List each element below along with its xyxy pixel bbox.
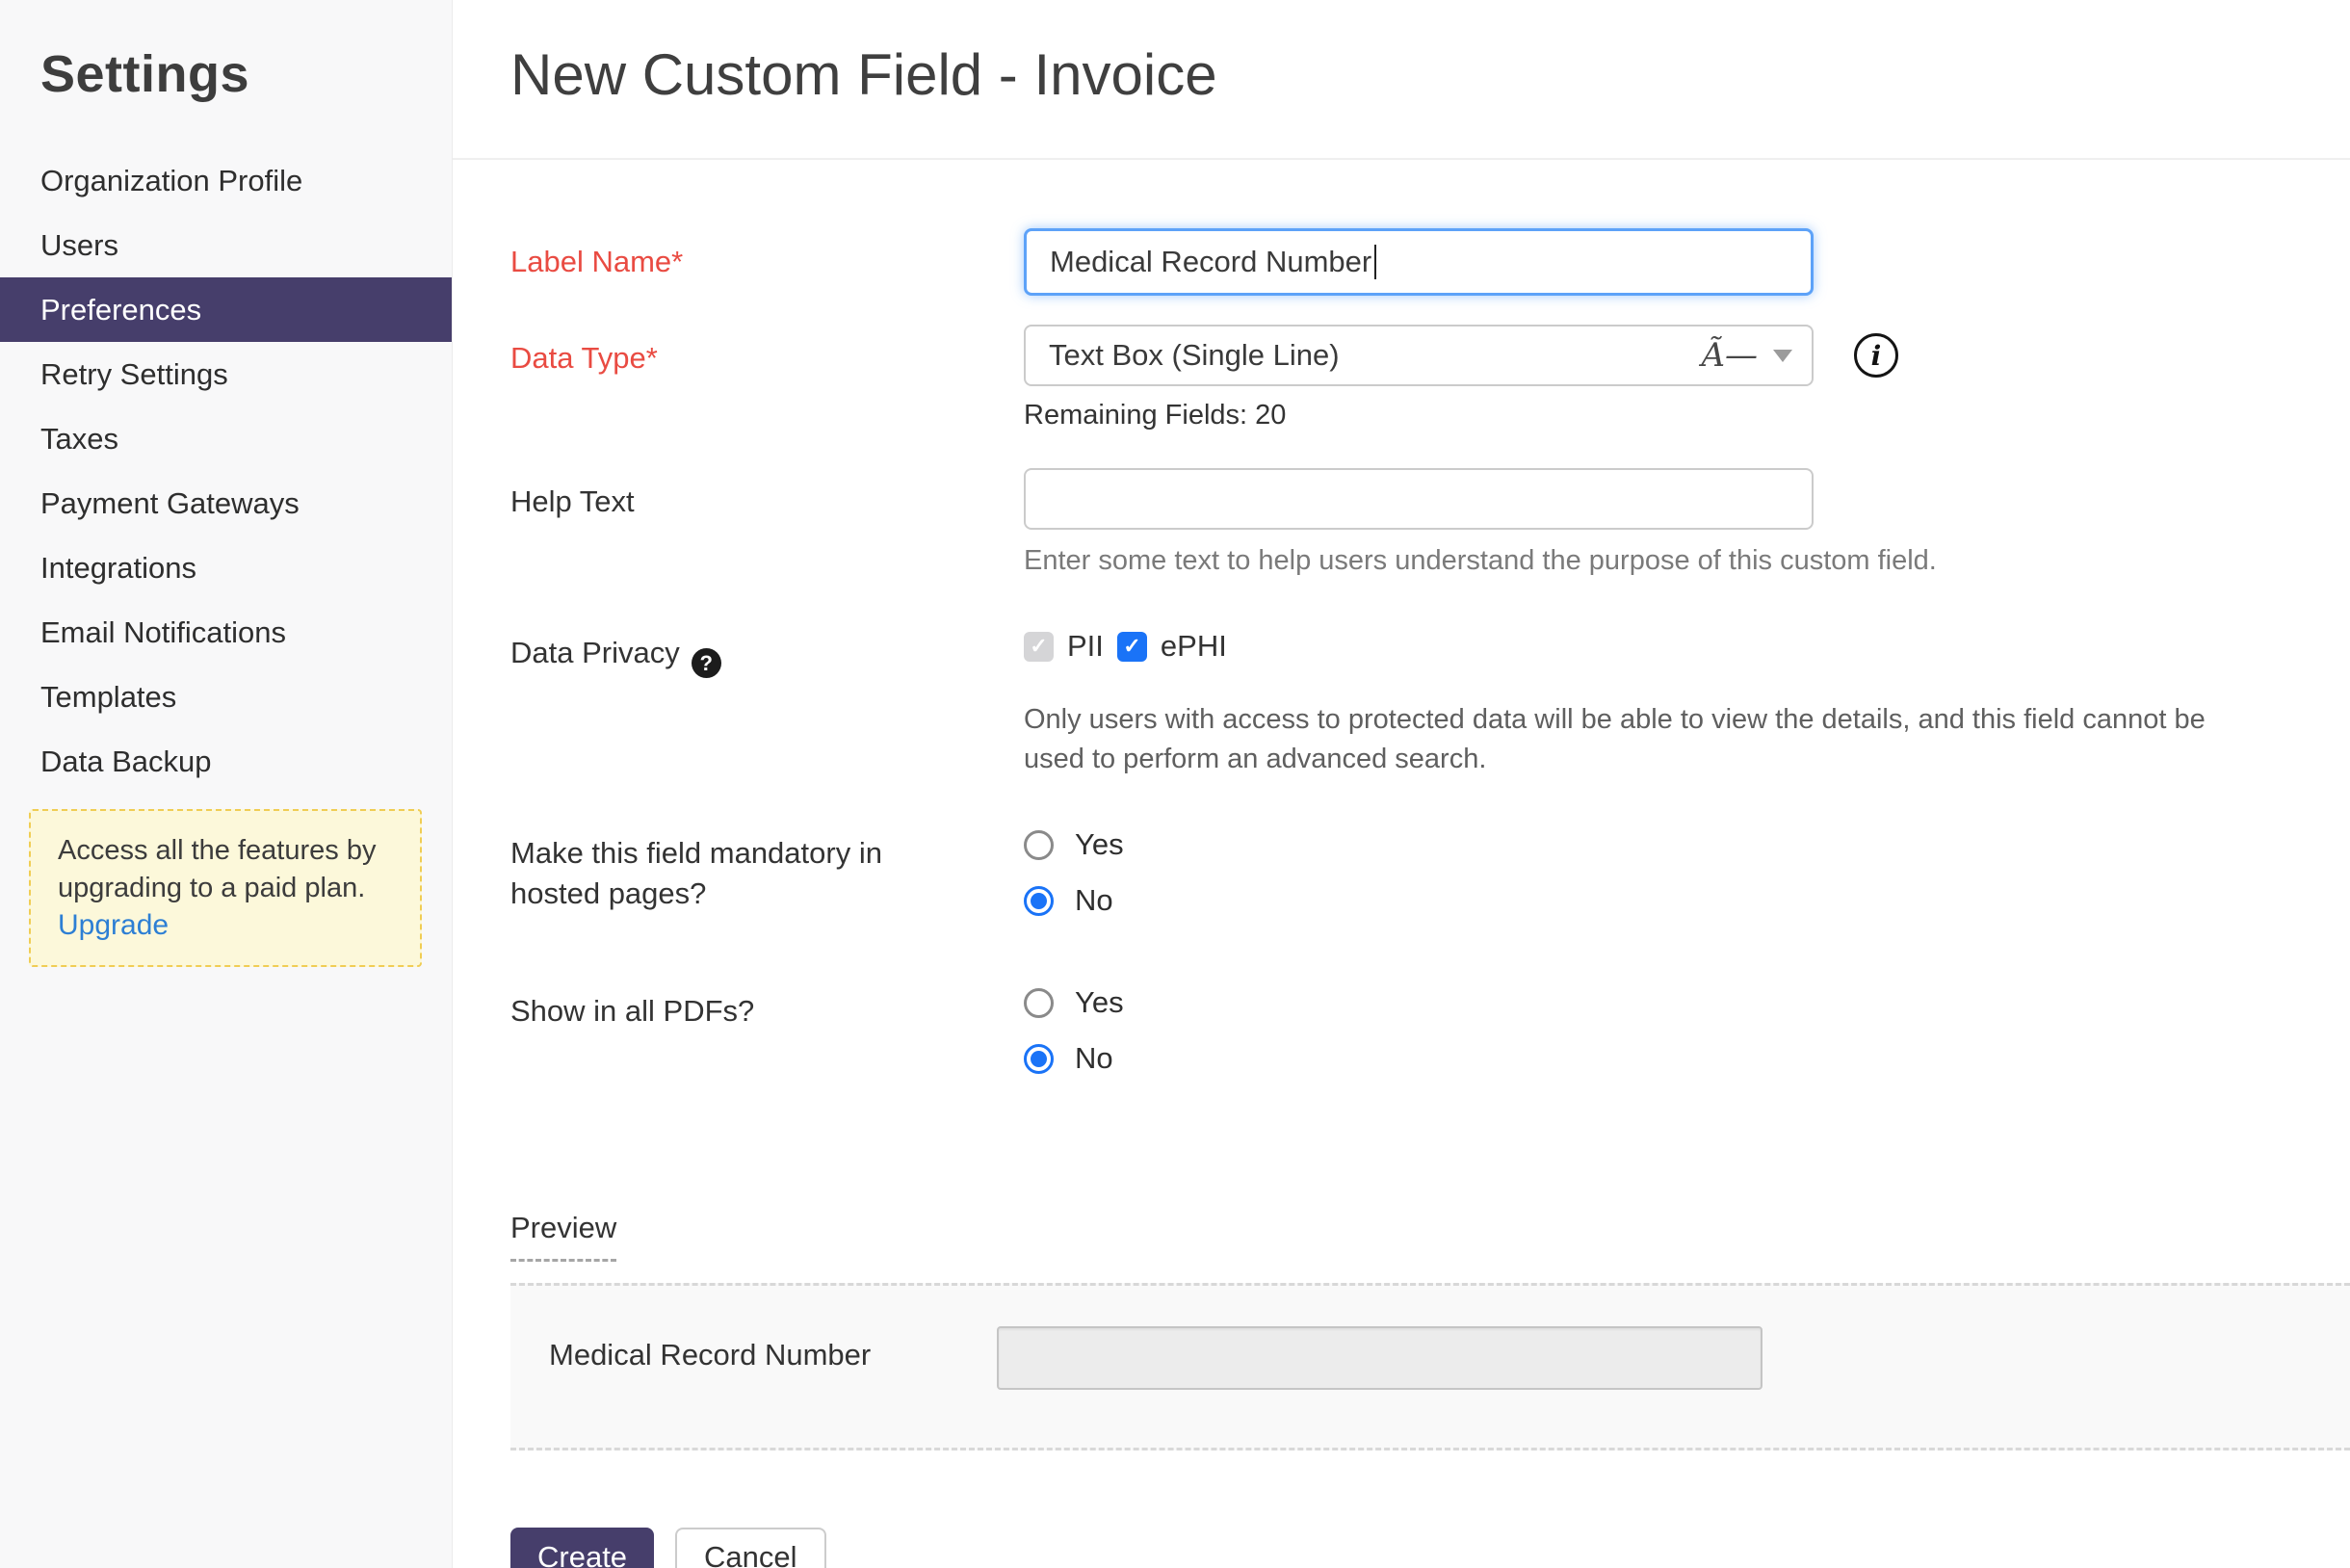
sidebar-item-taxes[interactable]: Taxes [0, 406, 452, 471]
sidebar-title: Settings [40, 44, 452, 104]
label-name-value: Medical Record Number [1050, 245, 1371, 279]
data-privacy-label: Data Privacy [510, 633, 680, 673]
help-text-row: Help Text Enter some text to help users … [510, 468, 2350, 577]
radio-option-label: No [1075, 1041, 1113, 1076]
mandatory-hosted-option-yes[interactable]: Yes [1024, 827, 1124, 862]
data-type-select[interactable]: Text Box (Single Line) Ã— [1024, 325, 1814, 386]
page-title: New Custom Field - Invoice [510, 40, 2350, 110]
ephi-checkbox[interactable]: ✓ [1117, 632, 1147, 662]
text-cursor [1374, 245, 1376, 279]
privacy-checkbox-row: ✓ PII ✓ ePHI [1024, 629, 2266, 664]
chevron-down-icon [1773, 350, 1792, 362]
sidebar-item-templates[interactable]: Templates [0, 665, 452, 729]
info-icon[interactable]: i [1854, 333, 1898, 378]
mandatory-hosted-radio-group: Yes No [1024, 820, 1124, 918]
radio-option-label: Yes [1075, 827, 1124, 862]
main-content: New Custom Field - Invoice Label Name* M… [453, 0, 2350, 1568]
radio-selected-icon [1024, 1044, 1054, 1074]
sidebar-nav: Organization Profile Users Preferences R… [0, 148, 452, 794]
show-in-pdfs-radio-group: Yes No [1024, 978, 1124, 1076]
ephi-checkbox-label: ePHI [1161, 629, 1227, 664]
mandatory-hosted-option-no[interactable]: No [1024, 883, 1124, 918]
data-type-label: Data Type* [510, 325, 1024, 379]
radio-option-label: No [1075, 883, 1113, 918]
clear-selection-icon[interactable]: Ã— [1701, 339, 1758, 372]
show-in-pdfs-row: Show in all PDFs? Yes No [510, 978, 2350, 1076]
radio-unselected-icon [1024, 988, 1054, 1018]
preview-heading: Preview [510, 1211, 616, 1262]
upgrade-notice-text: Access all the features by upgrading to … [58, 832, 397, 907]
show-in-pdfs-option-no[interactable]: No [1024, 1041, 1124, 1076]
sidebar-item-organization-profile[interactable]: Organization Profile [0, 148, 452, 213]
mandatory-hosted-row: Make this field mandatory in hosted page… [510, 820, 2350, 918]
settings-sidebar: Settings Organization Profile Users Pref… [0, 0, 453, 1568]
custom-field-form: Label Name* Medical Record Number Data T… [453, 160, 2350, 1568]
app-window: Settings Organization Profile Users Pref… [0, 0, 2350, 1568]
preview-field-label: Medical Record Number [549, 1326, 997, 1372]
label-name-input[interactable]: Medical Record Number [1024, 228, 1814, 296]
create-button[interactable]: Create [510, 1528, 654, 1568]
help-text-label: Help Text [510, 468, 1024, 522]
radio-selected-icon [1024, 886, 1054, 916]
preview-field-input [997, 1326, 1762, 1390]
data-type-selected-value: Text Box (Single Line) [1049, 338, 1340, 373]
preview-panel: Medical Record Number [510, 1283, 2350, 1450]
sidebar-item-preferences[interactable]: Preferences [0, 277, 452, 342]
label-name-row: Label Name* Medical Record Number [510, 228, 2350, 296]
pii-checkbox-label: PII [1067, 629, 1104, 664]
cancel-button[interactable]: Cancel [675, 1528, 826, 1568]
show-in-pdfs-label: Show in all PDFs? [510, 978, 1024, 1032]
data-privacy-row: Data Privacy ? ✓ PII ✓ ePHI Only users w… [510, 619, 2350, 779]
upgrade-notice: Access all the features by upgrading to … [29, 809, 422, 967]
pii-checkbox: ✓ [1024, 632, 1054, 662]
sidebar-item-payment-gateways[interactable]: Payment Gateways [0, 471, 452, 536]
data-privacy-note: Only users with access to protected data… [1024, 700, 2266, 779]
sidebar-item-integrations[interactable]: Integrations [0, 536, 452, 600]
help-text-input[interactable] [1024, 468, 1814, 530]
radio-option-label: Yes [1075, 985, 1124, 1020]
sidebar-item-retry-settings[interactable]: Retry Settings [0, 342, 452, 406]
data-privacy-label-wrap: Data Privacy ? [510, 619, 1024, 678]
help-text-hint: Enter some text to help users understand… [1024, 545, 1937, 577]
form-actions: Create Cancel [510, 1528, 2350, 1568]
help-question-icon[interactable]: ? [692, 648, 721, 678]
sidebar-item-data-backup[interactable]: Data Backup [0, 729, 452, 794]
label-name-label: Label Name* [510, 228, 1024, 282]
show-in-pdfs-option-yes[interactable]: Yes [1024, 985, 1124, 1020]
mandatory-hosted-label: Make this field mandatory in hosted page… [510, 820, 1024, 914]
sidebar-item-users[interactable]: Users [0, 213, 452, 277]
sidebar-item-email-notifications[interactable]: Email Notifications [0, 600, 452, 665]
radio-unselected-icon [1024, 830, 1054, 860]
data-type-row: Data Type* Text Box (Single Line) Ã— i R… [510, 325, 2350, 431]
remaining-fields-note: Remaining Fields: 20 [1024, 400, 1898, 431]
upgrade-link[interactable]: Upgrade [58, 909, 169, 942]
